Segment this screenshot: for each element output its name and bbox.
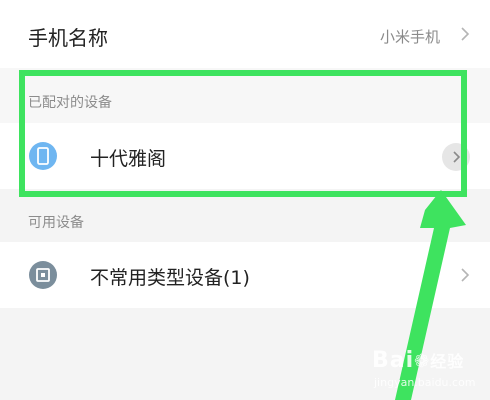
paired-device-row[interactable]: 十代雅阁: [0, 123, 490, 189]
baidu-watermark: Bai❁经验 jingyan.baidu.com: [372, 348, 482, 394]
chevron-right-icon: [458, 27, 472, 41]
unknown-device-icon: [29, 261, 57, 289]
chevron-right-icon: [453, 151, 461, 163]
available-devices-title: 可用设备: [28, 215, 84, 231]
watermark-url: jingyan.baidu.com: [374, 376, 476, 389]
watermark-brand: Bai: [372, 348, 415, 373]
available-device-row[interactable]: 不常用类型设备(1): [0, 242, 490, 308]
phone-name-value: 小米手机: [379, 28, 440, 46]
paired-devices-title: 已配对的设备: [28, 95, 112, 111]
available-devices-header: 可用设备: [0, 196, 490, 242]
phone-name-label: 手机名称: [28, 26, 108, 50]
available-device-label: 不常用类型设备(1): [90, 267, 250, 289]
paired-device-label: 十代雅阁: [90, 148, 167, 170]
device-settings-button[interactable]: [442, 143, 470, 171]
paired-devices-header: 已配对的设备: [0, 68, 490, 123]
chevron-right-icon: [458, 268, 472, 282]
phone-name-row[interactable]: 手机名称 小米手机: [0, 0, 490, 68]
phone-icon: [29, 142, 57, 170]
baidu-paw-icon: ❁: [414, 351, 431, 372]
watermark-brand-suffix: 经验: [430, 352, 465, 371]
